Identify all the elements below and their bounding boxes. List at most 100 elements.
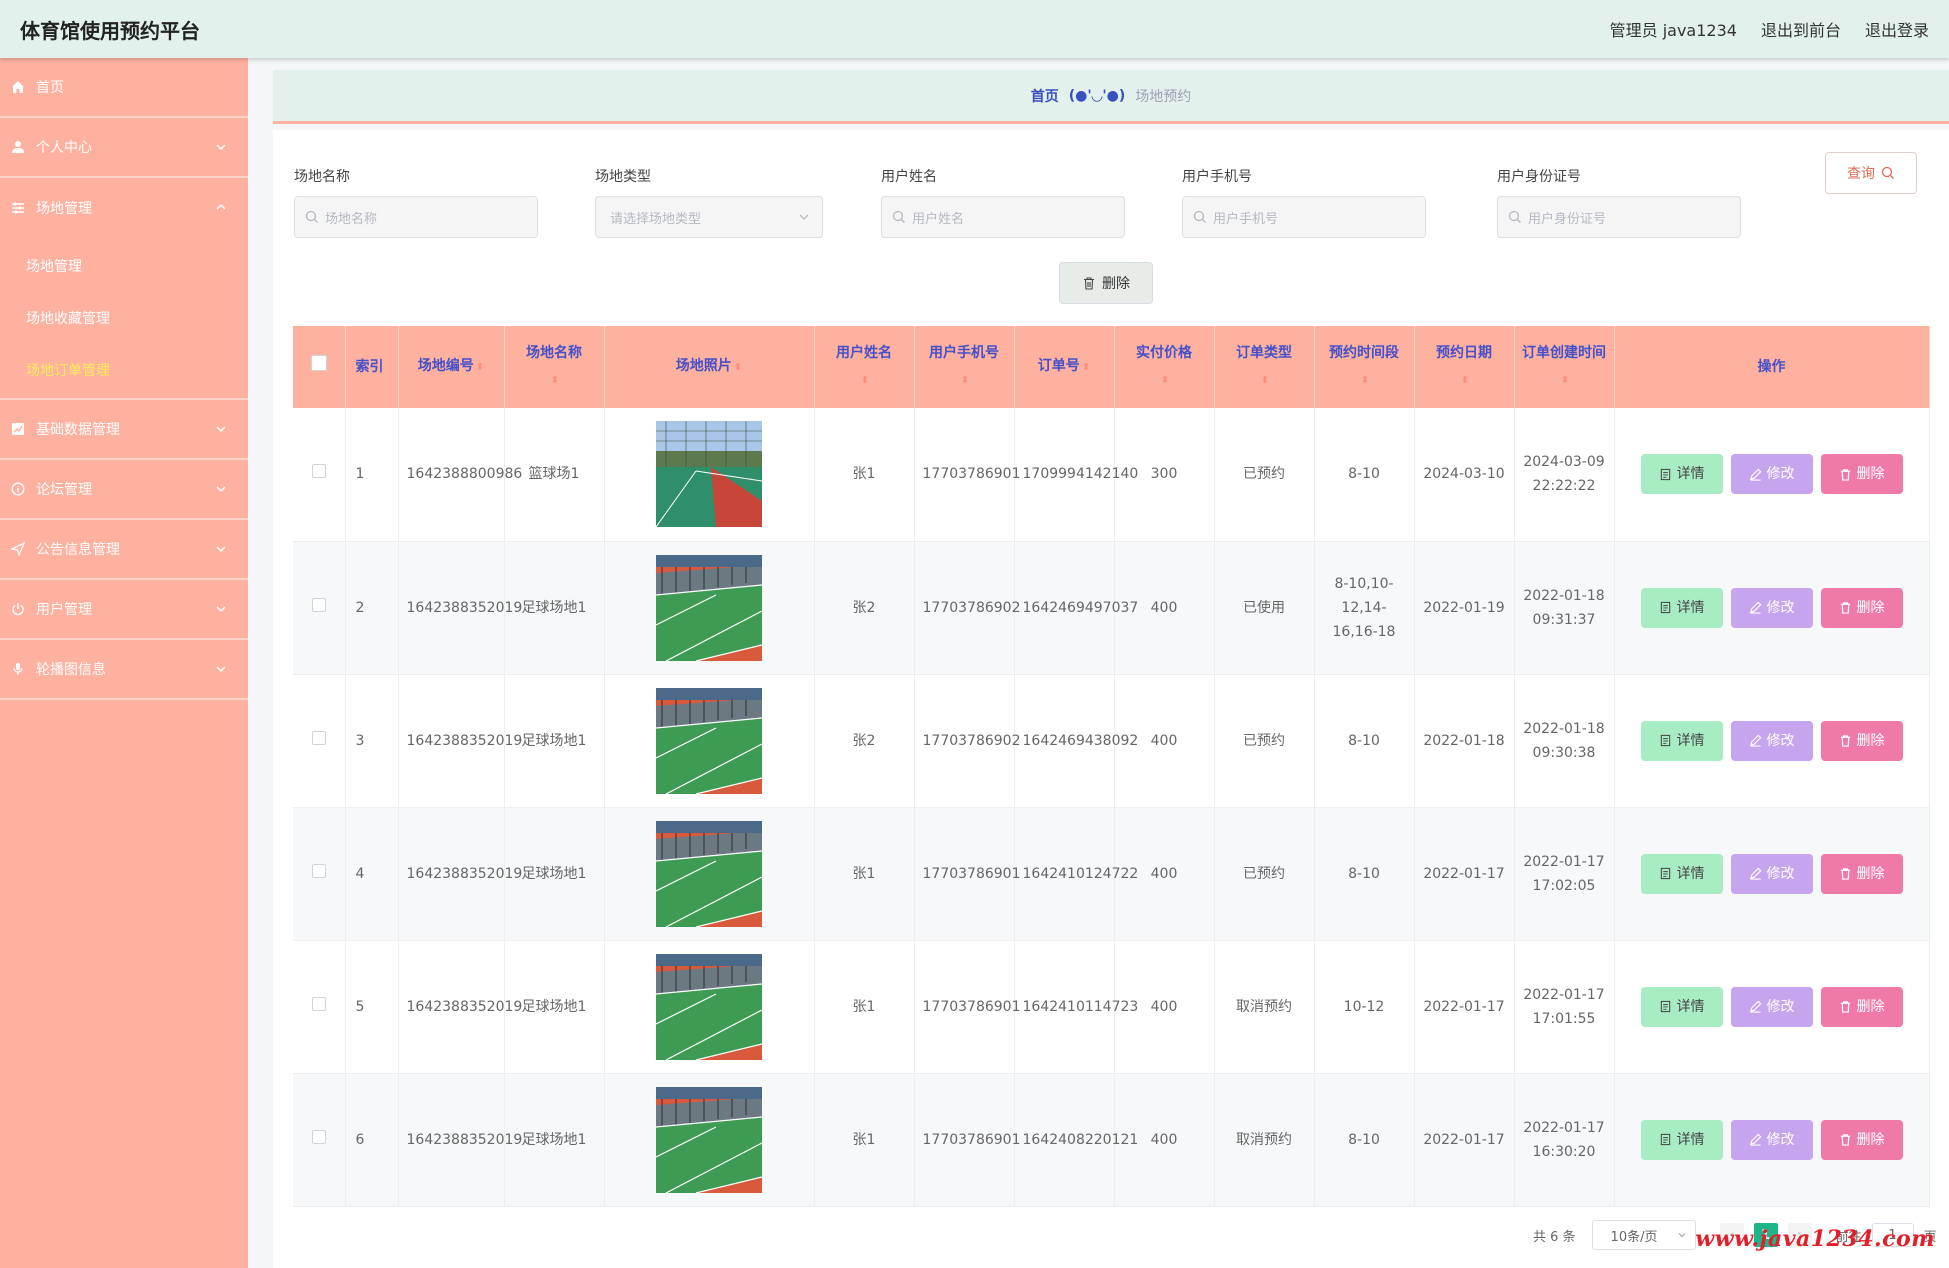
breadcrumb-current: 场地预约 bbox=[1135, 88, 1192, 105]
edit-button[interactable]: 修改 bbox=[1730, 587, 1813, 628]
venue-name-input[interactable]: 场地名称 bbox=[294, 196, 538, 238]
edit-button[interactable]: 修改 bbox=[1730, 1119, 1813, 1160]
document-icon bbox=[1660, 1133, 1670, 1146]
trash-icon bbox=[1084, 277, 1094, 290]
user-id-input[interactable]: 用户身份证号 bbox=[1497, 196, 1741, 238]
col-order-no[interactable]: 订单号 ⬍ bbox=[1014, 326, 1115, 408]
sidebar-item-forum[interactable]: 论坛管理 bbox=[0, 460, 248, 520]
sort-icon[interactable]: ⬍ bbox=[734, 355, 742, 381]
col-user-phone[interactable]: 用户手机号 ⬍ bbox=[914, 326, 1015, 408]
sidebar-item-venue-management[interactable]: 场地管理 bbox=[0, 178, 248, 238]
row-select-cell[interactable] bbox=[293, 940, 346, 1074]
row-checkbox[interactable] bbox=[311, 863, 326, 878]
power-icon bbox=[10, 601, 26, 617]
sidebar-item-home[interactable]: 首页 bbox=[0, 58, 248, 118]
venue-type-select[interactable]: 请选择场地类型 bbox=[595, 196, 823, 238]
sort-icon[interactable]: ⬍ bbox=[1161, 368, 1169, 394]
select-all-checkbox[interactable] bbox=[310, 355, 327, 371]
sidebar-item-profile[interactable]: 个人中心 bbox=[0, 118, 248, 178]
delete-button[interactable]: 删除 bbox=[1820, 587, 1903, 628]
user-phone-input[interactable]: 用户手机号 bbox=[1182, 196, 1426, 238]
search-icon bbox=[305, 210, 318, 223]
sidebar-item-carousel[interactable]: 轮播图信息 bbox=[0, 640, 248, 700]
col-venue-photo[interactable]: 场地照片 ⬍ bbox=[604, 326, 815, 408]
col-created[interactable]: 订单创建时间 ⬍ bbox=[1514, 326, 1615, 408]
col-order-type[interactable]: 订单类型 ⬍ bbox=[1214, 326, 1315, 408]
sort-icon[interactable]: ⬍ bbox=[1082, 355, 1090, 381]
sort-icon[interactable]: ⬍ bbox=[1561, 368, 1569, 394]
logout-link[interactable]: 退出登录 bbox=[1865, 17, 1929, 41]
col-date[interactable]: 预约日期 ⬍ bbox=[1414, 326, 1515, 408]
sidebar: 首页 个人中心 场地管理 场地管理 场地收藏管理 场地订单管理 基础数据管理 论… bbox=[0, 58, 248, 1268]
row-checkbox[interactable] bbox=[311, 1129, 326, 1144]
venue-photo bbox=[656, 820, 762, 927]
query-button[interactable]: 查询 bbox=[1825, 152, 1917, 194]
delete-button[interactable]: 删除 bbox=[1820, 853, 1903, 894]
detail-button[interactable]: 详情 bbox=[1640, 454, 1723, 495]
delete-button[interactable]: 删除 bbox=[1820, 986, 1903, 1027]
sort-icon[interactable]: ⬍ bbox=[1261, 368, 1269, 394]
edit-button[interactable]: 修改 bbox=[1730, 720, 1813, 761]
row-select-cell[interactable] bbox=[293, 541, 346, 675]
cell-venue-photo bbox=[604, 1073, 815, 1207]
row-checkbox[interactable] bbox=[311, 730, 326, 745]
edit-button[interactable]: 修改 bbox=[1730, 986, 1813, 1027]
breadcrumb-home[interactable]: 首页 bbox=[1031, 86, 1059, 106]
exit-to-front-link[interactable]: 退出到前台 bbox=[1761, 17, 1841, 41]
detail-button[interactable]: 详情 bbox=[1640, 986, 1723, 1027]
cell-user-phone: 17703786901 bbox=[914, 408, 1020, 542]
batch-delete-button[interactable]: 删除 bbox=[1059, 262, 1153, 304]
edit-icon bbox=[1749, 1000, 1761, 1013]
submenu-venue-favorites[interactable]: 场地收藏管理 bbox=[0, 292, 248, 344]
detail-button[interactable]: 详情 bbox=[1640, 1119, 1723, 1160]
trash-icon bbox=[1840, 868, 1850, 880]
col-price[interactable]: 实付价格 ⬍ bbox=[1114, 326, 1215, 408]
search-icon bbox=[892, 210, 905, 223]
select-all-cell[interactable] bbox=[293, 326, 346, 408]
col-user-name[interactable]: 用户姓名 ⬍ bbox=[814, 326, 915, 408]
col-time-slot[interactable]: 预约时间段 ⬍ bbox=[1314, 326, 1415, 408]
detail-button[interactable]: 详情 bbox=[1640, 587, 1723, 628]
sort-icon[interactable]: ⬍ bbox=[476, 355, 484, 381]
sort-icon[interactable]: ⬍ bbox=[861, 368, 869, 394]
sort-icon[interactable]: ⬍ bbox=[1461, 368, 1469, 394]
col-label: 预约日期 bbox=[1436, 345, 1492, 361]
edit-button[interactable]: 修改 bbox=[1730, 853, 1813, 894]
detail-button[interactable]: 详情 bbox=[1640, 853, 1723, 894]
delete-button[interactable]: 删除 bbox=[1820, 1119, 1903, 1160]
sort-icon[interactable]: ⬍ bbox=[1361, 368, 1369, 394]
delete-button[interactable]: 删除 bbox=[1820, 454, 1903, 495]
submenu-venue-management[interactable]: 场地管理 bbox=[0, 240, 248, 292]
row-checkbox[interactable] bbox=[311, 464, 326, 479]
cell-index: 1 bbox=[345, 408, 399, 542]
delete-button[interactable]: 删除 bbox=[1820, 720, 1903, 761]
submenu-venue-orders[interactable]: 场地订单管理 bbox=[0, 344, 248, 396]
cell-user-phone: 17703786901 bbox=[914, 940, 1020, 1074]
row-checkbox[interactable] bbox=[311, 597, 326, 612]
sidebar-item-announcements[interactable]: 公告信息管理 bbox=[0, 520, 248, 580]
row-select-cell[interactable] bbox=[293, 674, 346, 808]
filter-label-venue-name: 场地名称 bbox=[294, 169, 350, 185]
edit-button[interactable]: 修改 bbox=[1730, 454, 1813, 495]
sort-icon[interactable]: ⬍ bbox=[551, 368, 559, 394]
sidebar-item-users[interactable]: 用户管理 bbox=[0, 580, 248, 640]
cell-venue-photo bbox=[604, 541, 815, 675]
row-select-cell[interactable] bbox=[293, 807, 346, 941]
col-venue-no[interactable]: 场地编号 ⬍ bbox=[398, 326, 505, 408]
user-name-input[interactable]: 用户姓名 bbox=[881, 196, 1125, 238]
cell-index: 6 bbox=[345, 1073, 399, 1207]
row-checkbox[interactable] bbox=[311, 996, 326, 1011]
sidebar-item-label: 公告信息管理 bbox=[36, 542, 120, 558]
cell-actions: 详情 修改 删除 bbox=[1614, 940, 1930, 1074]
cell-venue-no: 1642388352019 bbox=[398, 541, 522, 675]
col-venue-name[interactable]: 场地名称 ⬍ bbox=[504, 326, 605, 408]
chevron-down-icon bbox=[216, 426, 226, 433]
page-size-select[interactable]: 10条/页 bbox=[1591, 1220, 1696, 1250]
sidebar-item-basic-data[interactable]: 基础数据管理 bbox=[0, 400, 248, 460]
cell-created: 2022-01-18 09:30:38 bbox=[1514, 674, 1615, 808]
sort-icon[interactable]: ⬍ bbox=[961, 368, 969, 394]
detail-button[interactable]: 详情 bbox=[1640, 720, 1723, 761]
col-label: 预约时间段 bbox=[1329, 345, 1399, 361]
row-select-cell[interactable] bbox=[293, 1073, 346, 1207]
row-select-cell[interactable] bbox=[293, 408, 346, 542]
